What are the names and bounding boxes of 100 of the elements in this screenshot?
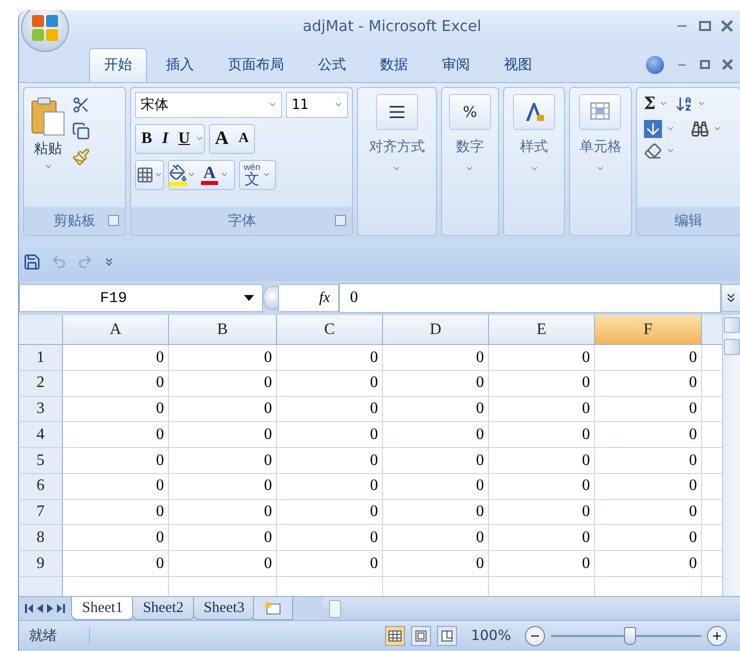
close-icon[interactable]	[721, 20, 733, 32]
row-header[interactable]: 6	[19, 474, 63, 500]
column-header[interactable]: B	[169, 315, 277, 346]
sort-filter-icon[interactable]	[674, 94, 693, 113]
shrink-font-button[interactable]: A	[234, 124, 254, 153]
ribbon-tab[interactable]: 页面布局	[213, 48, 299, 82]
help-icon[interactable]	[646, 56, 664, 74]
ribbon-group-button[interactable]: % 数字	[442, 88, 498, 236]
next-sheet-icon[interactable]	[47, 604, 53, 614]
binoculars-icon[interactable]	[690, 120, 709, 138]
row-header[interactable]: 2	[19, 370, 63, 397]
normal-view-button[interactable]	[384, 626, 405, 646]
first-sheet-icon[interactable]	[25, 604, 33, 614]
close-icon[interactable]	[722, 59, 733, 70]
scroll-up-button[interactable]	[724, 317, 740, 334]
ribbon-tab[interactable]: 数据	[365, 48, 423, 82]
sum-button[interactable]: Σ	[640, 92, 671, 116]
row-header[interactable]: 5	[19, 448, 63, 474]
column-header[interactable]: F	[595, 315, 702, 346]
row-header[interactable]: 3	[19, 396, 63, 422]
group-label: 剪贴板	[54, 212, 96, 230]
table-cell	[702, 396, 722, 422]
table-cell: 0	[277, 525, 383, 552]
name-box[interactable]: F19	[19, 284, 263, 312]
last-sheet-icon[interactable]	[57, 604, 65, 614]
plus-icon	[711, 630, 723, 642]
ribbon-tab[interactable]: 审阅	[427, 48, 485, 82]
sheet-tab[interactable]: Sheet3	[192, 597, 256, 620]
save-icon[interactable]	[23, 252, 41, 271]
dialog-launcher-icon[interactable]	[108, 215, 120, 226]
scissors-icon[interactable]	[72, 96, 90, 114]
table-cell: 0	[489, 422, 595, 448]
phonetic-button[interactable]: wén 文	[240, 160, 276, 189]
scroll-thumb[interactable]	[329, 600, 342, 618]
column-header[interactable]: E	[489, 315, 595, 346]
table-cell: 0	[169, 396, 277, 422]
ribbon-group-button[interactable]: 对齐方式	[358, 88, 436, 236]
scroll-thumb[interactable]	[724, 339, 740, 356]
ribbon-tab[interactable]: 公式	[303, 48, 361, 82]
table-cell: 0	[277, 448, 383, 474]
table-cell: 0	[383, 551, 489, 577]
row-header[interactable]: 7	[19, 500, 63, 526]
resize-handle-icon[interactable]	[263, 286, 279, 310]
bold-button[interactable]: B	[136, 124, 158, 153]
sheet-tab[interactable]: Sheet1	[71, 597, 134, 620]
font-name-field[interactable]: 宋体	[135, 92, 282, 118]
row-header[interactable]: 1	[19, 345, 63, 371]
column-header[interactable]: C	[277, 315, 383, 346]
underline-button[interactable]: U	[173, 124, 195, 153]
table-cell: 0	[63, 474, 169, 500]
page-break-button[interactable]	[436, 626, 457, 646]
office-button[interactable]	[21, 10, 69, 52]
column-header[interactable]: D	[383, 315, 489, 346]
expand-button[interactable]	[721, 284, 740, 312]
status-text: 就绪	[19, 627, 90, 646]
ribbon-tab[interactable]: 开始	[89, 48, 147, 82]
page-layout-button[interactable]	[410, 626, 431, 646]
table-cell: 0	[383, 370, 489, 397]
paintbrush-icon[interactable]	[72, 148, 90, 166]
grow-font-button[interactable]: A	[210, 124, 234, 153]
customize-icon[interactable]	[103, 256, 115, 268]
zoom-out-button[interactable]	[525, 626, 545, 646]
eraser-icon[interactable]	[644, 142, 662, 160]
previous-sheet-icon[interactable]	[37, 604, 43, 614]
ribbon-tab[interactable]: 插入	[151, 48, 209, 82]
vertical-scrollbar[interactable]	[722, 315, 740, 596]
font-size-field[interactable]: 11	[286, 92, 348, 118]
insert-function-button[interactable]: fx	[279, 284, 339, 312]
row-header[interactable]: 9	[19, 551, 63, 577]
restore-icon[interactable]	[700, 60, 710, 70]
horizontal-scrollbar[interactable]	[323, 597, 740, 620]
table-cell: 0	[489, 345, 595, 371]
table-cell: 0	[63, 500, 169, 526]
borders-icon[interactable]	[136, 166, 154, 184]
row-header[interactable]: 4	[19, 422, 63, 448]
fill-down-icon[interactable]	[644, 120, 662, 138]
ribbon-group-button[interactable]: 单元格	[570, 88, 631, 236]
table-cell: 0	[63, 422, 169, 448]
ribbon-group-button[interactable]: 样式	[504, 88, 564, 236]
table-cell: 0	[489, 448, 595, 474]
zoom-in-button[interactable]	[707, 626, 727, 646]
table-cell: 0	[169, 551, 277, 577]
sheet-tab[interactable]: Sheet2	[132, 597, 195, 620]
italic-button[interactable]: I	[157, 124, 174, 153]
formula-field[interactable]: 0	[339, 283, 721, 314]
table-cell: 0	[383, 474, 489, 500]
maximize-icon[interactable]	[699, 20, 711, 31]
zoom-level-text[interactable]: 100%	[470, 628, 511, 644]
insert-sheet-button[interactable]	[253, 597, 294, 620]
fill-color-icon[interactable]	[169, 164, 188, 186]
page-break-icon	[440, 630, 453, 642]
table-cell: 0	[277, 422, 383, 448]
table-cell: 0	[63, 525, 169, 552]
column-header[interactable]: A	[63, 315, 169, 346]
copy-icon[interactable]	[72, 122, 90, 140]
ribbon-tab[interactable]: 视图	[489, 48, 547, 82]
row-header[interactable]: 8	[19, 525, 63, 552]
zoom-slider-thumb[interactable]	[624, 627, 636, 646]
paste-button[interactable]: 粘贴	[28, 92, 68, 204]
dialog-launcher-icon[interactable]	[335, 215, 346, 226]
